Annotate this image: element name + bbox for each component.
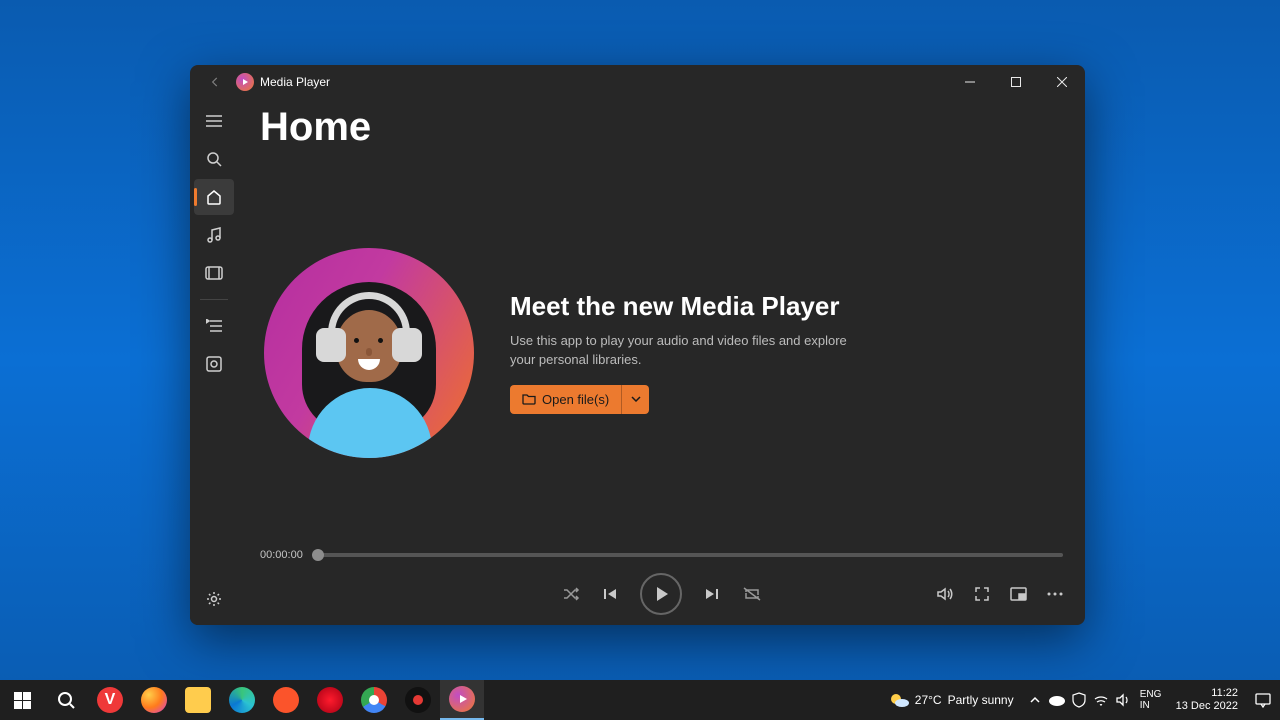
media-player-window: Media Player Home — [190, 65, 1085, 625]
previous-button[interactable] — [602, 586, 618, 602]
hero-text: Meet the new Media Player Use this app t… — [510, 291, 870, 413]
clock-time: 11:22 — [1211, 687, 1238, 700]
taskbar-app-firefox[interactable] — [132, 680, 176, 720]
hero-subtext: Use this app to play your audio and vide… — [510, 332, 870, 368]
tray-notifications[interactable] — [1246, 680, 1280, 720]
close-button[interactable] — [1039, 65, 1085, 99]
weather-icon — [889, 691, 909, 709]
repeat-button[interactable] — [742, 586, 762, 602]
taskbar-app-files[interactable] — [176, 680, 220, 720]
minimize-button[interactable] — [947, 65, 993, 99]
next-button[interactable] — [704, 586, 720, 602]
player-bar: 00:00:00 — [238, 541, 1085, 625]
window-controls — [947, 65, 1085, 99]
sidebar-item-settings[interactable] — [194, 581, 234, 617]
content-area: Home Meet the new Media Player Use this … — [238, 99, 1085, 625]
weather-temp: 27°C — [915, 693, 942, 707]
tray-wifi-icon[interactable] — [1090, 680, 1112, 720]
maximize-button[interactable] — [993, 65, 1039, 99]
sidebar-divider — [200, 299, 228, 300]
taskbar-app-vivaldi[interactable]: V — [88, 680, 132, 720]
taskbar-weather[interactable]: 27°C Partly sunny — [879, 691, 1024, 709]
taskbar-app-mediaplayer[interactable] — [440, 680, 484, 720]
miniplayer-button[interactable] — [1010, 587, 1027, 601]
sidebar — [190, 99, 238, 625]
sidebar-item-menu[interactable] — [194, 103, 234, 139]
hero-illustration — [264, 248, 474, 458]
open-files-dropdown[interactable] — [621, 385, 649, 414]
open-files-button[interactable]: Open file(s) — [510, 385, 621, 414]
taskbar-app-edge[interactable] — [220, 680, 264, 720]
titlebar[interactable]: Media Player — [190, 65, 1085, 99]
shuffle-button[interactable] — [562, 586, 580, 602]
tray-overflow[interactable] — [1024, 680, 1046, 720]
volume-button[interactable] — [936, 586, 954, 602]
taskbar-start-button[interactable] — [0, 680, 44, 720]
page-title: Home — [238, 99, 1085, 164]
weather-desc: Partly sunny — [948, 693, 1014, 707]
clock-date: 13 Dec 2022 — [1176, 700, 1238, 713]
open-files-label: Open file(s) — [542, 392, 609, 407]
tray-defender-icon[interactable] — [1068, 680, 1090, 720]
sidebar-item-queue[interactable] — [194, 308, 234, 344]
taskbar-app-opera[interactable] — [308, 680, 352, 720]
taskbar-app-brave[interactable] — [264, 680, 308, 720]
seek-slider[interactable] — [313, 553, 1063, 557]
play-button[interactable] — [640, 573, 682, 615]
tray-onedrive-icon[interactable] — [1046, 680, 1068, 720]
sidebar-item-playlists[interactable] — [194, 346, 234, 382]
taskbar-app-chrome[interactable] — [352, 680, 396, 720]
fullscreen-button[interactable] — [974, 586, 990, 602]
sidebar-item-video[interactable] — [194, 255, 234, 291]
current-time: 00:00:00 — [260, 549, 303, 561]
more-button[interactable] — [1047, 592, 1063, 596]
tray-language[interactable]: ENGIN — [1134, 680, 1168, 720]
tray-volume-icon[interactable] — [1112, 680, 1134, 720]
app-icon — [236, 73, 254, 91]
back-button[interactable] — [200, 75, 230, 89]
sidebar-item-music[interactable] — [194, 217, 234, 253]
hero: Meet the new Media Player Use this app t… — [238, 164, 1085, 541]
taskbar-app-recorder[interactable] — [396, 680, 440, 720]
taskbar: V 27°C Partly sunny ENGIN 11:22 13 Dec 2… — [0, 680, 1280, 720]
chevron-down-icon — [631, 396, 641, 402]
folder-icon — [522, 393, 536, 405]
app-title: Media Player — [260, 75, 330, 89]
taskbar-clock[interactable]: 11:22 13 Dec 2022 — [1168, 687, 1246, 712]
sidebar-item-search[interactable] — [194, 141, 234, 177]
sidebar-item-home[interactable] — [194, 179, 234, 215]
taskbar-search-button[interactable] — [44, 680, 88, 720]
hero-heading: Meet the new Media Player — [510, 291, 870, 322]
